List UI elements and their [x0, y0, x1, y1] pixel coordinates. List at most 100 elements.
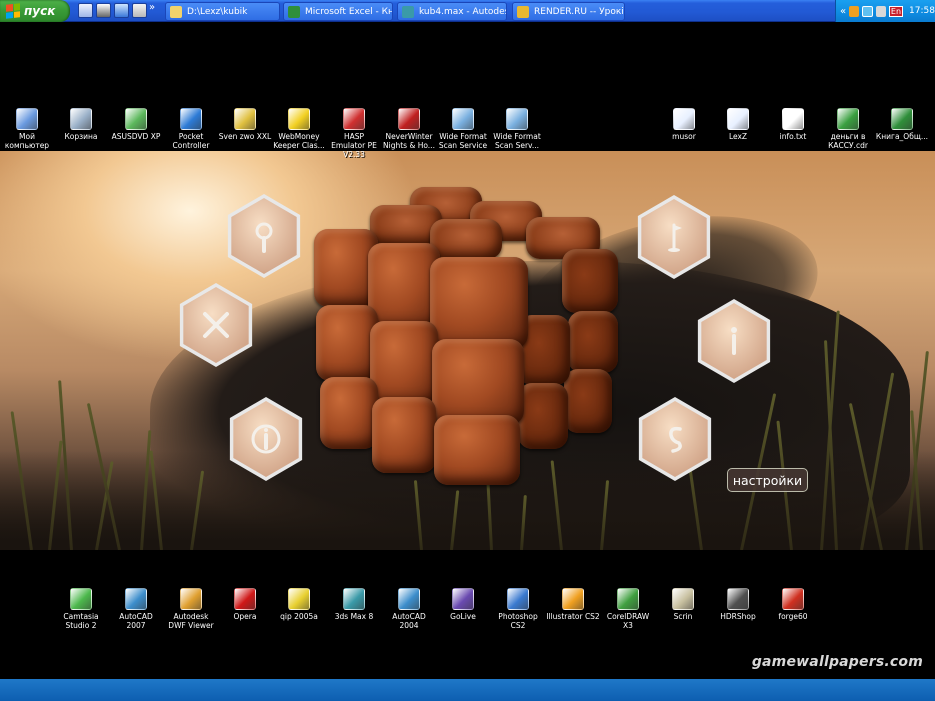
desktop-icon[interactable]: CorelDRAW X3: [601, 588, 655, 630]
magnifier-icon: [255, 222, 273, 253]
desktop-icon-label: WebMoney Keeper Clas...: [273, 132, 325, 150]
hasp-icon: [343, 108, 365, 130]
task-label: Microsoft Excel - Книг...: [305, 6, 392, 17]
desktop-icon[interactable]: forge60: [766, 588, 820, 621]
task-button-folder[interactable]: D:\Lexz\kubik: [165, 2, 280, 21]
quick-launch: [78, 3, 147, 19]
desktop-icon-label: Мой компьютер: [4, 132, 50, 150]
desktop-icon[interactable]: Sven zwo XXL: [218, 108, 272, 141]
desktop-icon-label: HDRShop: [720, 612, 756, 621]
quick-launch-chevron-icon[interactable]: »: [149, 2, 155, 13]
language-indicator[interactable]: En: [888, 5, 904, 17]
desktop-icon-label: деньги в КАССУ.cdr: [828, 132, 868, 150]
dwf-viewer-icon: [180, 588, 202, 610]
desktop-icon-label: forge60: [778, 612, 808, 621]
desktop-icon-label: Wide Format Scan Service: [438, 132, 488, 150]
task-label: RENDER.RU -- Урокі...: [534, 6, 625, 17]
task-button-browser[interactable]: RENDER.RU -- Урокі...: [512, 2, 625, 21]
desktop-icon[interactable]: ASUSDVD XP: [109, 108, 163, 141]
asusdvd-icon: [125, 108, 147, 130]
desktop-icon[interactable]: Camtasia Studio 2: [54, 588, 108, 630]
system-tray: « En 17:58: [835, 0, 935, 22]
settings-icon: [669, 426, 682, 453]
exclamation-icon: [731, 327, 737, 355]
desktop-icon[interactable]: NeverWinter Nights & Ho...: [382, 108, 436, 150]
taskbar: пуск » D:\Lexz\kubik Microsoft Excel - К…: [0, 0, 935, 22]
desktop-icon-label: Книга_Общ...: [875, 132, 929, 141]
desktop-icon-label: Photoshop CS2: [498, 612, 538, 630]
windows-logo-icon: [6, 3, 20, 19]
my-computer-icon: [16, 108, 38, 130]
calc-icon[interactable]: [132, 3, 147, 18]
photoshop-icon: [507, 588, 529, 610]
desktop-icon[interactable]: HDRShop: [711, 588, 765, 621]
browser-icon: [517, 5, 529, 18]
desktop-icon[interactable]: WebMoney Keeper Clas...: [272, 108, 326, 150]
scrin-icon: [672, 588, 694, 610]
forge-icon: [782, 588, 804, 610]
desktop-icon[interactable]: 3ds Max 8: [327, 588, 381, 621]
start-button[interactable]: пуск: [0, 0, 70, 22]
search-hex-button[interactable]: [227, 194, 301, 278]
tray-app-icon[interactable]: [849, 5, 860, 17]
desktop-icon[interactable]: AutoCAD 2007: [109, 588, 163, 630]
document-icon: [673, 108, 695, 130]
desktop-icon[interactable]: Wide Format Scan Service: [436, 108, 490, 150]
desktop-icon[interactable]: Photoshop CS2: [491, 588, 545, 630]
desktop-icon[interactable]: Scrin: [656, 588, 710, 621]
show-desktop-icon[interactable]: [78, 3, 93, 18]
tray-network-icon[interactable]: [862, 5, 873, 17]
desktop-icon[interactable]: info.txt: [766, 108, 820, 141]
wallpaper-image: настройки: [0, 151, 935, 550]
task-button-excel[interactable]: Microsoft Excel - Книг...: [283, 2, 393, 21]
desktop-icon[interactable]: LexZ: [711, 108, 765, 141]
neverwinter-icon: [398, 108, 420, 130]
folder-icon: [170, 5, 182, 18]
tray-expand-icon[interactable]: «: [840, 6, 846, 17]
task-button-3dsmax[interactable]: kub4.max - Autodesk...: [397, 2, 507, 21]
desktop-icon-label: Opera: [233, 612, 257, 621]
webmoney-icon: [288, 108, 310, 130]
golf-flag-icon: [668, 223, 682, 252]
watermark: gamewallpapers.com: [751, 654, 923, 670]
desktop-icon-label: 3ds Max 8: [334, 612, 374, 621]
network-icon[interactable]: [114, 3, 129, 18]
task-label: D:\Lexz\kubik: [187, 6, 248, 17]
scan-service-icon: [506, 108, 528, 130]
tray-volume-icon[interactable]: [875, 5, 886, 17]
desktop-icon[interactable]: Книга_Общ...: [875, 108, 929, 141]
desktop-icon[interactable]: Wide Format Scan Serv...: [490, 108, 544, 150]
desktop-icon[interactable]: HASP Emulator PE V2.33: [327, 108, 381, 159]
desktop-icon[interactable]: AutoCAD 2004: [382, 588, 436, 630]
desktop-icon[interactable]: qip 2005a: [272, 588, 326, 621]
rubiks-cube-3d: [310, 187, 625, 487]
media-icon[interactable]: [96, 3, 111, 18]
desktop-icon-label: GoLive: [450, 612, 476, 621]
desktop-icon[interactable]: Мой компьютер: [0, 108, 54, 150]
3dsmax-icon: [402, 5, 414, 18]
desktop-icon[interactable]: GoLive: [436, 588, 490, 621]
desktop-icon[interactable]: musor: [657, 108, 711, 141]
desktop-icon[interactable]: деньги в КАССУ.cdr: [821, 108, 875, 150]
desktop-icon[interactable]: Opera: [218, 588, 272, 621]
desktop-icon-label: Camtasia Studio 2: [63, 612, 99, 630]
task-label: kub4.max - Autodesk...: [419, 6, 506, 17]
desktop-icon[interactable]: Autodesk DWF Viewer: [164, 588, 218, 630]
desktop-icon-label: Autodesk DWF Viewer: [168, 612, 214, 630]
autocad-icon: [398, 588, 420, 610]
text-file-icon: [782, 108, 804, 130]
desktop-icon[interactable]: Illustrator CS2: [546, 588, 600, 621]
autocad-icon: [125, 588, 147, 610]
3dsmax-icon: [343, 588, 365, 610]
desktop-icon-label: AutoCAD 2004: [392, 612, 426, 630]
desktop-icon-label: AutoCAD 2007: [119, 612, 153, 630]
desktop-icon[interactable]: Pocket Controller: [164, 108, 218, 150]
clock[interactable]: 17:58: [909, 6, 935, 16]
opera-icon: [234, 588, 256, 610]
desktop-icon-label: info.txt: [779, 132, 807, 141]
bottom-edge-bar: [0, 679, 935, 701]
desktop-icon-label: HASP Emulator PE V2.33: [331, 132, 377, 159]
desktop-icon-label: Sven zwo XXL: [218, 132, 272, 141]
start-label: пуск: [24, 4, 56, 18]
desktop-icon[interactable]: Корзина: [54, 108, 108, 141]
